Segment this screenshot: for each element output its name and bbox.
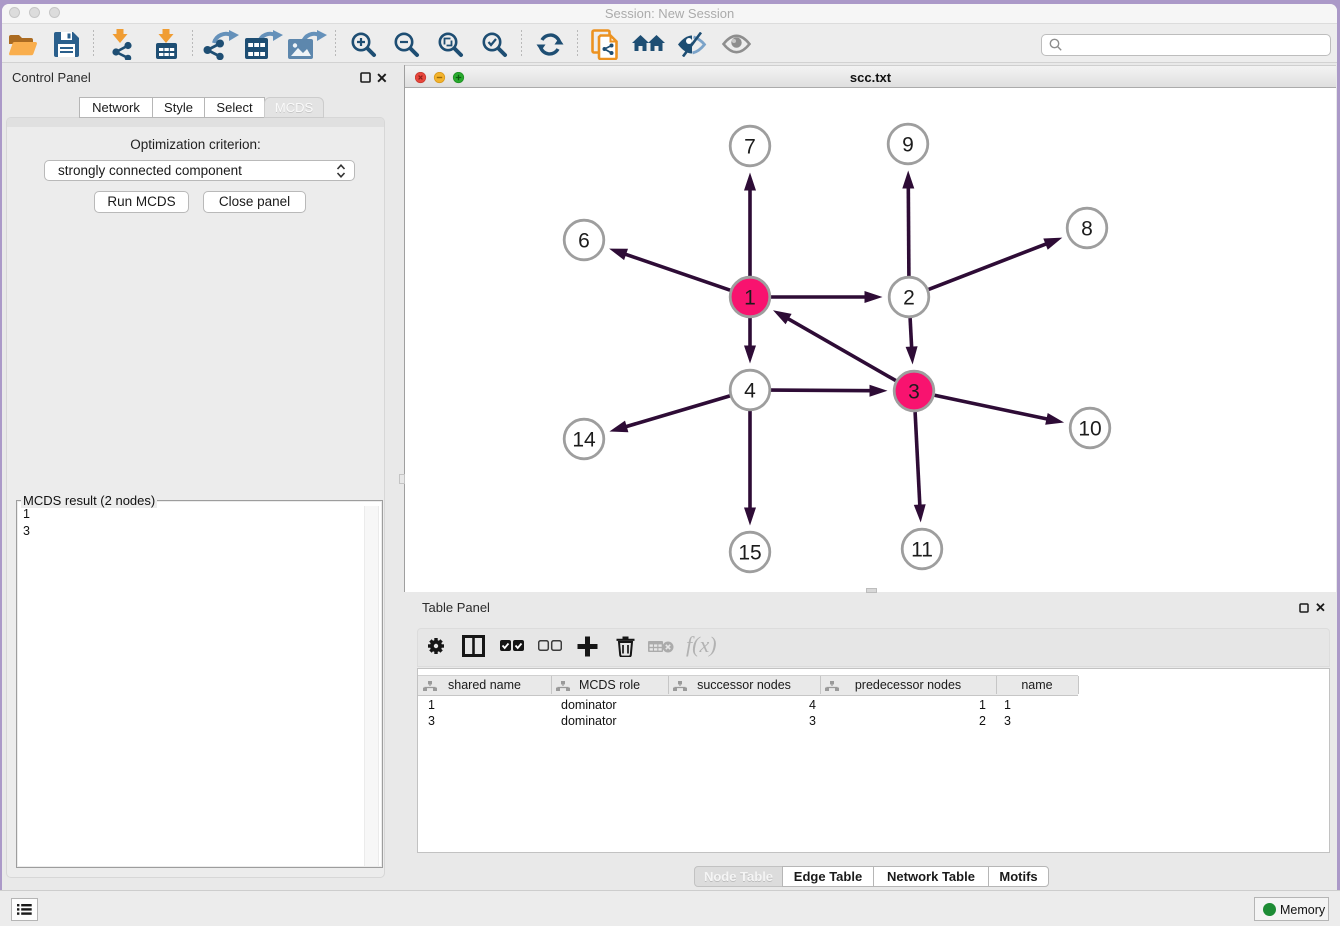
svg-text:2: 2 (903, 287, 915, 310)
svg-text:10: 10 (1078, 418, 1101, 441)
svg-text:4: 4 (744, 380, 756, 403)
svg-text:3: 3 (908, 381, 920, 404)
svg-text:9: 9 (902, 134, 914, 157)
svg-text:15: 15 (738, 542, 761, 565)
svg-text:11: 11 (911, 539, 933, 562)
svg-text:1: 1 (744, 287, 756, 310)
svg-text:14: 14 (572, 429, 596, 452)
svg-text:7: 7 (744, 136, 756, 159)
svg-text:6: 6 (578, 230, 590, 253)
svg-text:8: 8 (1081, 218, 1093, 241)
